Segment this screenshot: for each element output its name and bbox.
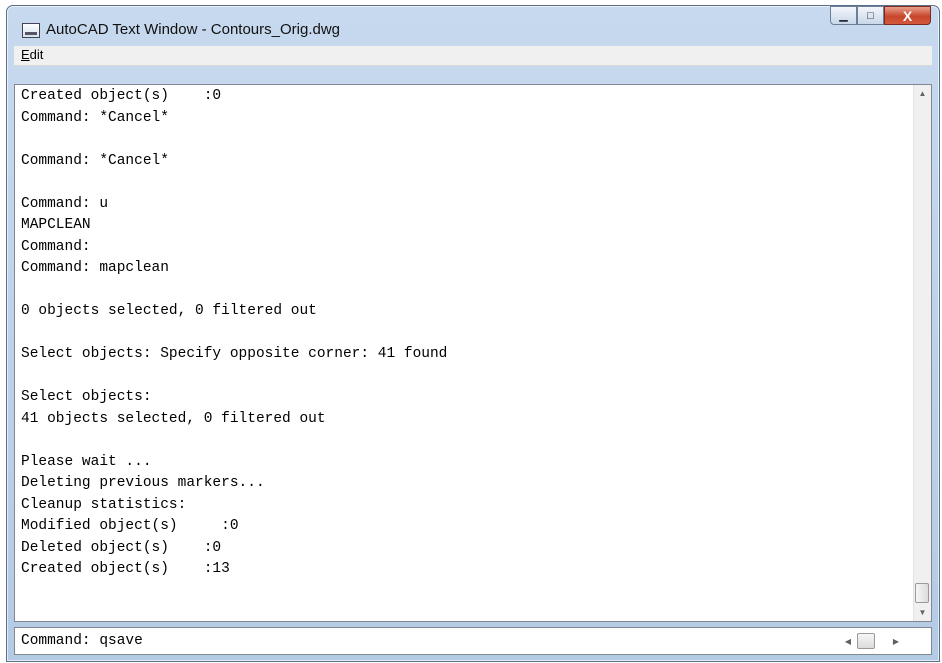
vertical-scrollbar[interactable]: ▲ ▼	[913, 85, 931, 621]
minimize-button[interactable]: ▁	[830, 6, 857, 25]
minimize-icon: ▁	[839, 10, 848, 22]
history-line: Deleting previous markers...	[21, 475, 265, 491]
caption-buttons: ▁ □ X	[830, 6, 931, 27]
command-line[interactable]: Command: qsave ◀ ▶	[14, 627, 932, 655]
history-line: 0 objects selected, 0 filtered out	[21, 303, 317, 319]
maximize-button[interactable]: □	[857, 6, 884, 25]
title-bar[interactable]: AutoCAD Text Window - Contours_Orig.dwg …	[7, 6, 939, 46]
autocad-text-window: AutoCAD Text Window - Contours_Orig.dwg …	[6, 5, 940, 662]
history-line: Command: u	[21, 195, 109, 212]
maximize-icon: □	[867, 9, 874, 22]
history-line: Command: *Cancel*	[21, 152, 169, 169]
scroll-left-icon[interactable]: ◀	[841, 632, 855, 650]
text-window-icon	[22, 23, 40, 38]
history-line: Deleted object(s) :0	[21, 539, 222, 556]
command-history[interactable]: Created object(s) :0 Command: *Cancel* Com…	[14, 84, 932, 622]
history-lines: Created object(s) :0 Command: *Cancel* Com…	[21, 86, 901, 581]
horizontal-scroll-thumb[interactable]	[857, 633, 875, 649]
scroll-down-icon[interactable]: ▼	[914, 604, 931, 621]
history-line	[21, 430, 901, 452]
history-line: Select objects:	[21, 389, 152, 405]
scroll-thumb[interactable]	[915, 583, 929, 603]
history-line: Please wait ...	[21, 453, 152, 470]
history-line: Command:	[21, 238, 91, 255]
history-line: Command: mapclean	[21, 260, 169, 276]
scroll-right-icon[interactable]: ▶	[889, 632, 903, 650]
close-button[interactable]: X	[884, 6, 931, 25]
history-line	[21, 280, 901, 302]
scroll-up-icon[interactable]: ▲	[914, 85, 931, 102]
window-title: AutoCAD Text Window - Contours_Orig.dwg	[46, 21, 341, 38]
history-line	[21, 129, 901, 151]
menu-item-edit[interactable]: Edit	[21, 47, 43, 62]
history-line	[21, 172, 901, 194]
close-icon: X	[902, 7, 913, 24]
history-line	[21, 323, 901, 345]
command-input[interactable]: Command: qsave	[21, 633, 143, 649]
history-line: Created object(s) :0	[21, 88, 222, 104]
history-line: Select objects: Specify opposite corner:…	[21, 346, 448, 362]
history-line: Cleanup statistics:	[21, 496, 187, 513]
menu-bar: Edit	[14, 46, 932, 66]
history-line: MAPCLEAN	[21, 217, 91, 233]
history-line: Created object(s) :13	[21, 561, 230, 577]
history-line	[21, 366, 901, 388]
history-line: 41 objects selected, 0 filtered out	[21, 410, 326, 427]
history-line: Modified object(s) :0	[21, 518, 239, 534]
horizontal-scrollbar[interactable]: ◀ ▶	[841, 632, 903, 650]
history-line: Command: *Cancel*	[21, 109, 169, 126]
